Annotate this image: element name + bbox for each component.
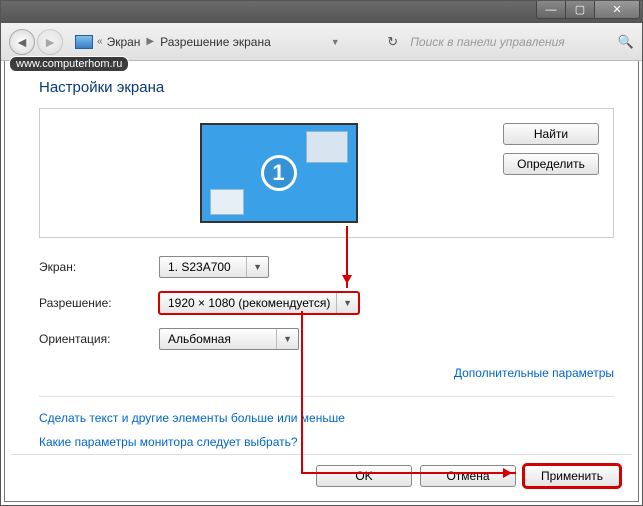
orientation-row: Ориентация: Альбомная ▼ [39,328,614,350]
footer-buttons: OK Отмена Применить [11,454,632,497]
monitor-thumbnail[interactable]: 1 [200,123,358,223]
monitor-window-decor1 [306,131,348,163]
divider [39,396,614,397]
monitor-preview-box: 1 Найти Определить [39,108,614,238]
chevron-down-icon: ▼ [276,329,294,349]
cancel-button[interactable]: Отмена [420,465,516,487]
orientation-label: Ориентация: [39,332,159,346]
page-title: Настройки экрана [39,79,614,96]
breadcrumb-item1[interactable]: Экран [107,35,141,49]
find-button[interactable]: Найти [503,123,599,145]
chevron-down-icon: ▼ [336,293,354,313]
back-button[interactable]: ◄ [9,29,35,55]
chevron-down-icon: ▼ [246,257,264,277]
ok-button[interactable]: OK [316,465,412,487]
advanced-link[interactable]: Дополнительные параметры [454,366,614,380]
chevron-right-icon: ▶ [146,36,154,47]
breadcrumb-dropdown-icon[interactable]: ▼ [331,37,340,47]
screen-label: Экран: [39,260,159,274]
resolution-dropdown[interactable]: 1920 × 1080 (рекомендуется) ▼ [159,292,359,314]
watermark-label: www.computerhom.ru [9,56,129,72]
minimize-button[interactable]: — [536,1,566,19]
annotation-arrow-vertical [346,226,348,288]
monitor-number-badge: 1 [261,155,297,191]
apply-button[interactable]: Применить [524,465,620,487]
control-panel-icon [75,35,93,49]
breadcrumb-chevron: « [97,36,103,47]
window: — ▢ ✕ ◄ ► « Экран ▶ Разрешение экрана ▼ … [0,0,643,506]
screen-row: Экран: 1. S23A700 ▼ [39,256,614,278]
refresh-icon[interactable]: ↻ [387,34,398,50]
maximize-button[interactable]: ▢ [565,1,595,19]
content-area: Настройки экрана 1 Найти Определить Экра… [1,61,642,469]
annotation-arrow-horizontal [301,472,516,474]
breadcrumb-item2[interactable]: Разрешение экрана [160,35,271,49]
close-button[interactable]: ✕ [594,1,640,19]
monitor-window-decor2 [210,189,244,215]
textsize-link[interactable]: Сделать текст и другие элементы больше и… [39,411,614,425]
titlebar: — ▢ ✕ [1,1,642,23]
monitor-area: 1 [54,123,503,223]
screen-dropdown[interactable]: 1. S23A700 ▼ [159,256,269,278]
resolution-row: Разрешение: 1920 × 1080 (рекомендуется) … [39,292,614,314]
annotation-arrow-long [301,311,303,472]
orientation-dropdown[interactable]: Альбомная ▼ [159,328,299,350]
breadcrumb[interactable]: « Экран ▶ Разрешение экрана [75,35,271,49]
resolution-value: 1920 × 1080 (рекомендуется) [168,296,330,310]
orientation-value: Альбомная [168,332,231,346]
search-icon[interactable]: 🔍 [618,34,634,50]
search-input[interactable]: Поиск в панели управления [410,35,580,49]
resolution-label: Разрешение: [39,296,159,310]
forward-button[interactable]: ► [37,29,63,55]
detect-button[interactable]: Определить [503,153,599,175]
screen-value: 1. S23A700 [168,260,231,274]
which-monitor-link[interactable]: Какие параметры монитора следует выбрать… [39,435,614,449]
